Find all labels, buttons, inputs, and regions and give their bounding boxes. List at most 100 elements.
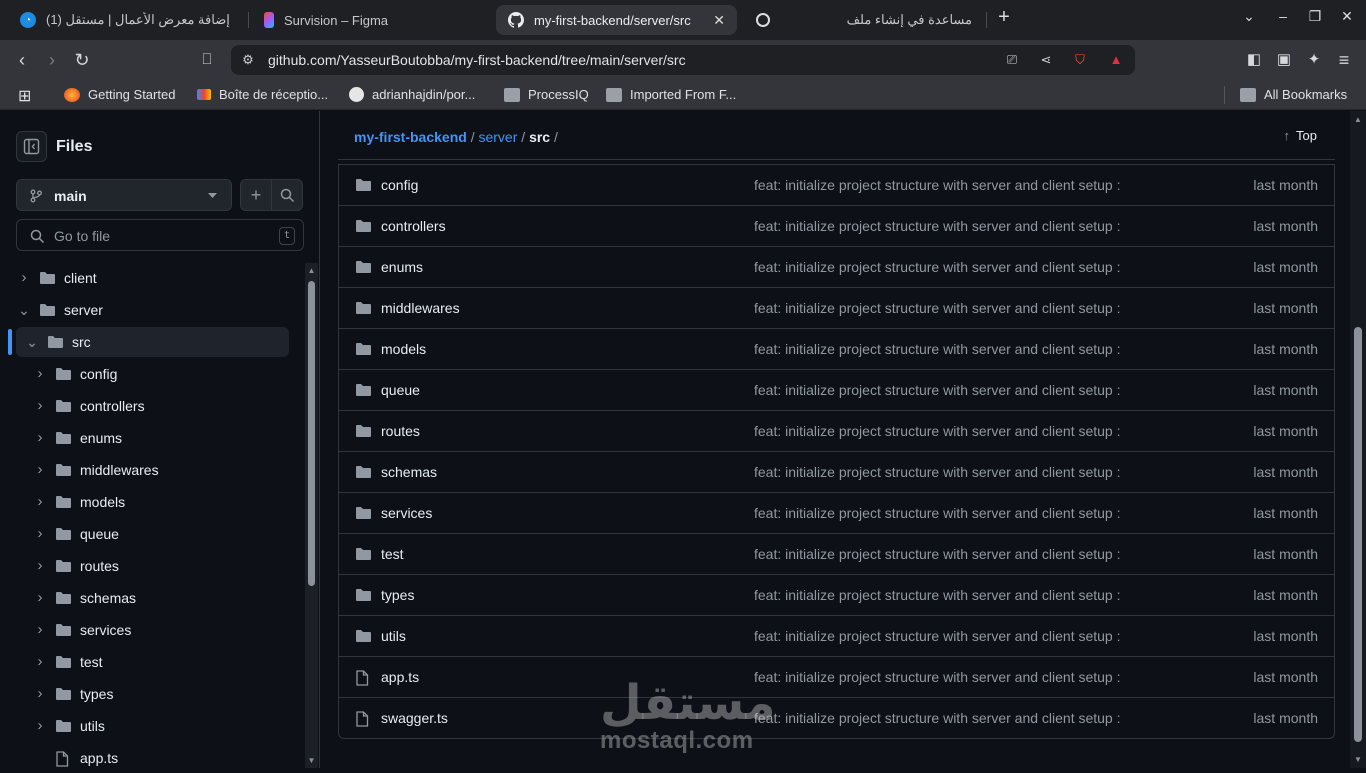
tab-figma[interactable]: Survision – Figma (252, 5, 488, 35)
commit-message-link[interactable]: feat: initialize project structure with … (754, 587, 1121, 603)
commit-message-link[interactable]: feat: initialize project structure with … (754, 546, 1121, 562)
page-scrollbar[interactable]: ▲ ▼ (1350, 111, 1366, 768)
file-name-link[interactable]: routes (381, 423, 420, 439)
table-row[interactable]: services feat: initialize project structu… (339, 492, 1334, 533)
tree-item[interactable]: › models (16, 487, 289, 517)
bookmark-icon[interactable]: ⎕ (196, 49, 218, 71)
commit-message-link[interactable]: feat: initialize project structure with … (754, 300, 1121, 316)
file-name-link[interactable]: test (381, 546, 404, 562)
commit-message-link[interactable]: feat: initialize project structure with … (754, 628, 1121, 644)
chevron-right-icon[interactable]: › (32, 654, 48, 670)
go-to-file-input[interactable]: Go to file t (16, 219, 304, 251)
table-row[interactable]: routes feat: initialize project structure… (339, 410, 1334, 451)
breadcrumb-repo-link[interactable]: my-first-backend (354, 129, 467, 145)
maximize-icon[interactable]: ❐ (1303, 8, 1327, 25)
table-row[interactable]: controllers feat: initialize project stru… (339, 205, 1334, 246)
file-name-link[interactable]: controllers (381, 218, 446, 234)
table-row[interactable]: enums feat: initialize project structure … (339, 246, 1334, 287)
file-name-link[interactable]: types (381, 587, 414, 603)
tree-item[interactable]: › types (16, 679, 289, 709)
chevron-right-icon[interactable]: › (32, 590, 48, 606)
scrollbar-thumb[interactable] (1354, 327, 1362, 742)
file-name-link[interactable]: middlewares (381, 300, 460, 316)
bookmark-item[interactable]: Boîte de réceptio... (197, 87, 328, 102)
share-icon[interactable]: ⋖ (1037, 52, 1055, 68)
chevron-right-icon[interactable]: › (32, 494, 48, 510)
tree-item[interactable]: › enums (16, 423, 289, 453)
breadcrumb-folder-link[interactable]: server (478, 129, 517, 145)
table-row[interactable]: types feat: initialize project structure … (339, 574, 1334, 615)
url-text[interactable]: github.com/YasseurBoutobba/my-first-back… (268, 52, 686, 68)
bookmark-item[interactable]: ProcessIQ (504, 87, 589, 102)
leo-ai-icon[interactable]: ✦ (1303, 49, 1325, 71)
close-icon[interactable]: ✕ (705, 12, 725, 29)
file-name-link[interactable]: enums (381, 259, 423, 275)
sidebar-scrollbar[interactable]: ▲ ▼ (305, 263, 318, 768)
forward-icon[interactable]: › (41, 49, 63, 71)
chevron-right-icon[interactable]: › (32, 462, 48, 478)
commit-message-link[interactable]: feat: initialize project structure with … (754, 669, 1121, 685)
table-row[interactable]: schemas feat: initialize project structur… (339, 451, 1334, 492)
table-row[interactable]: queue feat: initialize project structure … (339, 369, 1334, 410)
tree-item[interactable]: › utils (16, 711, 289, 741)
bookmark-item[interactable]: Getting Started (64, 87, 175, 102)
file-name-link[interactable]: utils (381, 628, 406, 644)
tree-item[interactable]: › test (16, 647, 289, 677)
tree-item[interactable]: › schemas (16, 583, 289, 613)
tree-item[interactable]: › client (16, 263, 289, 293)
chevron-right-icon[interactable]: › (32, 718, 48, 734)
chevron-right-icon[interactable]: › (32, 526, 48, 542)
tree-item[interactable]: › queue (16, 519, 289, 549)
file-name-link[interactable]: models (381, 341, 426, 357)
wallet-icon[interactable]: ▣ (1273, 49, 1295, 71)
commit-message-link[interactable]: feat: initialize project structure with … (754, 218, 1121, 234)
table-row[interactable]: config feat: initialize project structure… (339, 164, 1334, 205)
scrollbar-thumb[interactable] (308, 281, 315, 586)
bookmark-item[interactable]: Imported From F... (606, 87, 736, 102)
minimize-icon[interactable]: ‒ (1271, 8, 1295, 24)
brave-shield-icon[interactable]: ⛉ (1071, 52, 1089, 68)
all-bookmarks[interactable]: All Bookmarks (1240, 87, 1347, 102)
file-name-link[interactable]: queue (381, 382, 420, 398)
chevron-right-icon[interactable]: › (32, 430, 48, 446)
file-name-link[interactable]: services (381, 505, 432, 521)
cast-icon[interactable]: ⎚ (1003, 52, 1021, 68)
tree-item[interactable]: › services (16, 615, 289, 645)
commit-message-link[interactable]: feat: initialize project structure with … (754, 341, 1121, 357)
commit-message-link[interactable]: feat: initialize project structure with … (754, 259, 1121, 275)
scroll-down-icon[interactable]: ▼ (1353, 755, 1363, 764)
table-row[interactable]: app.ts feat: initialize project structure… (339, 656, 1334, 697)
chevron-right-icon[interactable]: › (32, 686, 48, 702)
bookmark-item[interactable]: adrianhajdin/por... (349, 87, 475, 102)
chevron-right-icon[interactable]: › (32, 398, 48, 414)
top-button[interactable]: ↑ Top (1284, 128, 1317, 143)
new-tab-icon[interactable]: + (992, 6, 1016, 29)
sidebar-icon[interactable]: ◧ (1243, 49, 1265, 71)
chevron-right-icon[interactable]: › (16, 270, 32, 286)
commit-message-link[interactable]: feat: initialize project structure with … (754, 177, 1121, 193)
commit-message-link[interactable]: feat: initialize project structure with … (754, 382, 1121, 398)
commit-message-link[interactable]: feat: initialize project structure with … (754, 505, 1121, 521)
tab-chatgpt[interactable]: مساعدة في إنشاء ملف (744, 5, 984, 35)
table-row[interactable]: test feat: initialize project structure w… (339, 533, 1334, 574)
tree-item[interactable]: › config (16, 359, 289, 389)
window-close-icon[interactable]: ✕ (1335, 8, 1359, 25)
chevron-right-icon[interactable]: › (32, 558, 48, 574)
table-row[interactable]: swagger.ts feat: initialize project struc… (339, 697, 1334, 738)
tab-mostaql[interactable]: ◔ (1) إضافة معرض الأعمال | مستقل (8, 5, 244, 35)
chevron-down-icon[interactable]: ⌄ (24, 334, 40, 350)
chevron-down-icon[interactable]: ⌄ (16, 302, 32, 318)
file-name-link[interactable]: app.ts (381, 669, 419, 685)
apps-grid-icon[interactable]: ⊞ (18, 86, 31, 106)
collapse-sidebar-button[interactable] (16, 131, 47, 162)
scroll-up-icon[interactable]: ▲ (1353, 115, 1363, 124)
scroll-down-icon[interactable]: ▼ (307, 756, 316, 765)
chevron-right-icon[interactable]: › (32, 622, 48, 638)
tab-github[interactable]: my-first-backend/server/src ✕ (496, 5, 737, 35)
tree-item[interactable]: › middlewares (16, 455, 289, 485)
brave-rewards-icon[interactable]: ▲ (1107, 52, 1125, 68)
scroll-up-icon[interactable]: ▲ (307, 266, 316, 275)
file-name-link[interactable]: config (381, 177, 418, 193)
branch-selector[interactable]: main (16, 179, 232, 211)
table-row[interactable]: utils feat: initialize project structure … (339, 615, 1334, 656)
